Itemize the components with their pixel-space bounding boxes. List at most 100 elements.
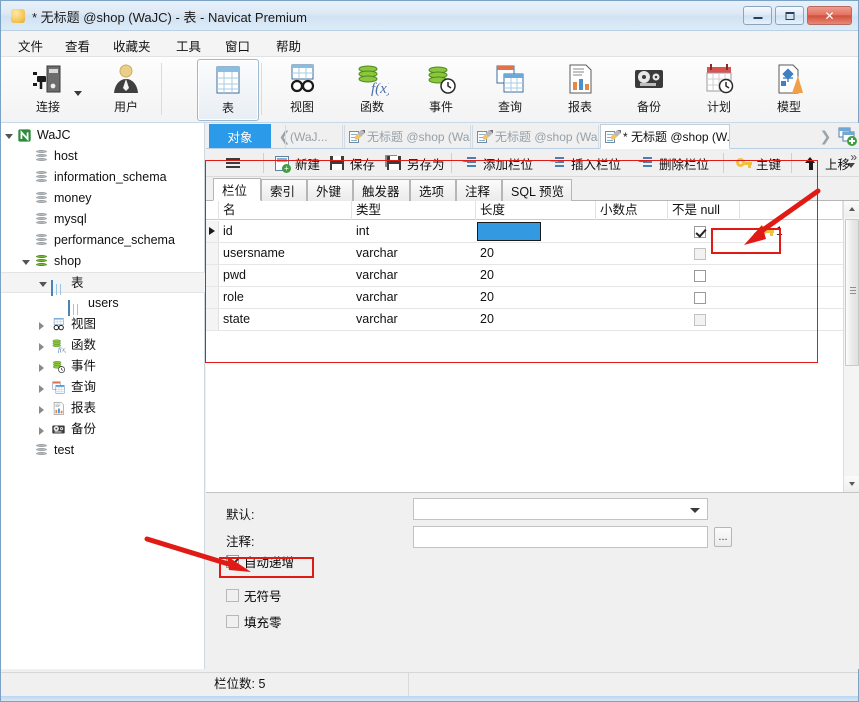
cell-length[interactable]: 20 [476,309,596,330]
checkbox-box[interactable] [226,589,239,602]
row-gutter[interactable] [206,221,219,242]
tab-scroll-right[interactable]: ❯ [817,124,834,148]
toolbar-新建[interactable]: + 新建 [275,152,320,174]
toolbar-另存为[interactable]: 另存为 [387,152,445,174]
sub-tab-SQL 预览[interactable]: SQL 预览 [502,179,572,201]
menu-1[interactable]: 查看 [58,35,97,54]
document-tab-2[interactable]: 无标题 @shop (WaJ... [472,125,599,148]
scroll-down-button[interactable] [844,476,859,492]
tab-objects[interactable]: 对象 [209,124,271,148]
ribbon-报表[interactable]: 报表 [549,59,611,121]
primary-key-cell[interactable]: 1 [758,224,783,238]
close-button[interactable]: ✕ [807,6,852,25]
checkbox-box[interactable] [226,615,239,628]
tree-node-shop[interactable]: shop [1,251,205,272]
tree-node-performance_schema[interactable]: performance_schema [1,230,205,251]
grid-column-header-notnull[interactable]: 不是 null [668,201,740,220]
menu-2[interactable]: 收藏夹 [106,35,158,54]
grid-vertical-scrollbar[interactable] [843,201,859,492]
table-row[interactable]: pwd varchar 20 [206,265,843,287]
ribbon-表[interactable]: 表 [197,59,259,121]
document-tab-0[interactable]: (WaJ... [285,125,343,148]
not-null-checkbox[interactable] [694,226,706,238]
ribbon-用户[interactable]: 用户 [95,59,157,121]
toolbar-上移[interactable]: 上移 [805,152,850,174]
not-null-checkbox[interactable] [694,248,706,260]
toolbar-插入栏位[interactable]: 插入栏位 [550,152,621,174]
cell-type[interactable]: int [352,221,476,242]
cell-length[interactable]: 20 [476,243,596,264]
grid-column-header-decimals[interactable]: 小数点 [596,201,668,220]
cell-type[interactable]: varchar [352,265,476,286]
not-null-checkbox[interactable] [694,270,706,282]
scroll-up-button[interactable] [844,201,859,217]
tree-node-host[interactable]: host [1,146,205,167]
menu-5[interactable]: 帮助 [269,35,308,54]
ribbon-备份[interactable]: 备份 [618,59,680,121]
tree-node-mysql[interactable]: mysql [1,209,205,230]
twisty-collapsed-icon[interactable] [39,427,44,435]
row-gutter[interactable] [206,287,219,308]
minimize-button[interactable] [743,6,772,25]
cell-decimals[interactable] [596,221,668,242]
cell-name[interactable]: state [219,309,352,330]
new-tab-icon[interactable] [836,125,858,147]
table-row[interactable]: usersname varchar 20 [206,243,843,265]
checkbox-box[interactable] [226,555,239,568]
menu-4[interactable]: 窗口 [218,35,257,54]
comment-field[interactable] [413,526,708,548]
cell-name[interactable]: id [219,221,352,242]
tree-node-WaJC[interactable]: WaJC [1,125,205,146]
ribbon-模型[interactable]: 模型 [758,59,820,121]
sub-tab-注释[interactable]: 注释 [456,179,502,201]
toolbar-添加栏位[interactable]: 添加栏位 [462,152,533,174]
tree-node-报表[interactable]: 报表 [1,398,205,419]
not-null-checkbox[interactable] [694,314,706,326]
row-gutter[interactable] [206,309,219,330]
twisty-collapsed-icon[interactable] [39,322,44,330]
menu-0[interactable]: 文件 [11,35,50,54]
default-value-combobox[interactable] [413,498,708,520]
active-cell-editor[interactable] [477,222,541,241]
row-gutter[interactable] [206,265,219,286]
twisty-collapsed-icon[interactable] [39,385,44,393]
grid-column-header-name[interactable]: 名 [219,201,352,220]
ribbon-事件[interactable]: 事件 [410,59,472,121]
ribbon-连接[interactable]: 连接 [17,59,79,121]
sub-tab-触发器[interactable]: 触发器 [353,179,410,201]
cell-type[interactable]: varchar [352,287,476,308]
grid-column-header-key[interactable] [740,201,843,220]
toolbar-主键[interactable]: 主键 [736,152,781,174]
toolbar-保存[interactable]: 保存 [330,152,375,174]
sub-tab-外键[interactable]: 外键 [307,179,353,201]
cell-decimals[interactable] [596,265,668,286]
tree-node-test[interactable]: test [1,440,205,461]
sub-tab-索引[interactable]: 索引 [261,179,307,201]
cell-decimals[interactable] [596,243,668,264]
sub-tab-选项[interactable]: 选项 [410,179,456,201]
cell-length[interactable]: 20 [476,265,596,286]
cell-name[interactable]: role [219,287,352,308]
document-tab-3[interactable]: * 无标题 @shop (W... [600,124,730,149]
table-row[interactable]: state varchar 20 [206,309,843,331]
twisty-collapsed-icon[interactable] [39,364,44,372]
cell-decimals[interactable] [596,287,668,308]
table-row[interactable]: id int 1 [206,221,843,243]
tree-node-函数[interactable]: f(x) 函数 [1,335,205,356]
cell-decimals[interactable] [596,309,668,330]
toolbar-overflow-button[interactable]: » [850,150,857,164]
sub-tab-栏位[interactable]: 栏位 [213,178,261,201]
ribbon-查询[interactable]: 查询 [479,59,541,121]
cell-name[interactable]: pwd [219,265,352,286]
tree-node-事件[interactable]: 事件 [1,356,205,377]
scrollbar-thumb[interactable] [845,219,859,366]
ribbon-函数[interactable]: f(x) 函数 [341,59,403,121]
tree-node-money[interactable]: money [1,188,205,209]
menu-3[interactable]: 工具 [169,35,208,54]
twisty-expanded-icon[interactable] [39,282,47,287]
cell-length[interactable]: 20 [476,287,596,308]
comment-browse-button[interactable]: ... [714,527,732,547]
checkbox-无符号[interactable]: 无符号 [226,586,282,605]
toolbar-删除栏位[interactable]: 删除栏位 [638,152,709,174]
checkbox-填充零[interactable]: 填充零 [226,612,282,631]
